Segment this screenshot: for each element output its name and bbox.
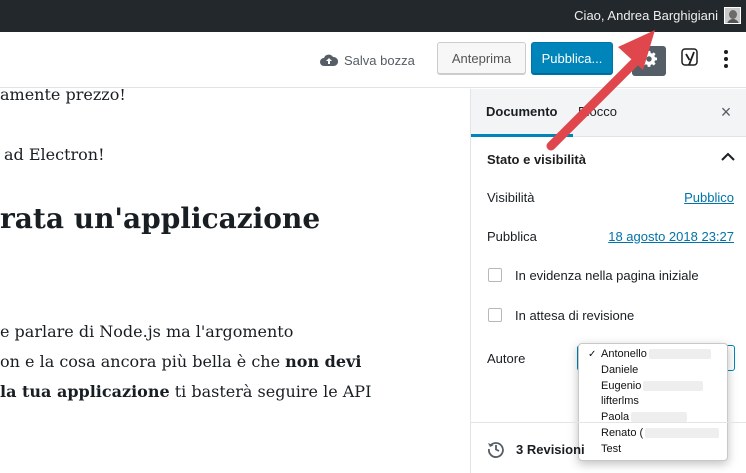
paragraph-line: ad Electron! [4,145,105,164]
author-option[interactable]: ✓ Antonello [579,347,727,363]
more-vertical-icon [724,50,728,54]
admin-bar: Ciao, Andrea Barghigiani [0,0,746,32]
author-option-label: Renato ( [601,426,644,439]
visibility-label: Visibilità [487,190,535,205]
publish-date-label: Pubblica [487,229,537,244]
redacted-text [631,412,688,423]
user-greeting[interactable]: Ciao, Andrea Barghigiani [574,0,718,32]
save-draft-label: Salva bozza [344,52,415,68]
redacted-text [648,349,711,360]
sticky-label[interactable]: In evidenza nella pagina iniziale [515,268,699,283]
author-option[interactable]: Eugenio [579,379,727,395]
author-option-label: Daniele [601,363,639,376]
paragraph-line: on e la cosa ancora più bella è che non … [0,352,362,371]
author-option-label: lifterlms [601,395,639,408]
author-option-label: Test [601,442,622,455]
author-option[interactable]: Renato ( [579,426,727,442]
post-heading: rata un'applicazione [0,202,321,235]
redacted-text [643,380,704,391]
close-icon[interactable]: × [715,101,737,123]
gear-icon [640,50,658,73]
chevron-up-icon[interactable] [720,149,736,165]
author-dropdown[interactable]: ✓ Antonello Daniele Eugenio lifterlms Paola Re… [578,343,728,461]
sidebar-tabs: Documento Blocco × [471,89,746,137]
post-content[interactable]: amente prezzo! ad Electron! rata un'appl… [0,89,470,473]
publish-date-link[interactable]: 18 agosto 2018 23:27 [608,229,734,244]
author-option[interactable]: Paola [579,410,727,426]
paragraph-line: la tua applicazione ti basterà seguire l… [0,382,372,401]
redacted-text [645,428,720,439]
author-option[interactable]: Test [579,442,727,458]
visibility-link[interactable]: Pubblico [684,190,734,205]
editor-header: Salva bozza Anteprima Pubblica... [0,32,746,88]
author-label: Autore [487,351,526,366]
yoast-icon [680,46,702,73]
divider [471,422,746,423]
pending-review-label[interactable]: In attesa di revisione [515,308,634,323]
author-option[interactable]: Daniele [579,363,727,379]
yoast-button[interactable] [677,45,705,73]
author-option[interactable]: lifterlms [579,394,727,410]
panel-title[interactable]: Stato e visibilità [487,152,586,167]
history-icon [487,440,505,458]
paragraph-line: e parlare di Node.js ma l'argomento [0,322,294,341]
sticky-checkbox[interactable] [488,268,502,282]
checkmark-icon: ✓ [588,349,597,360]
settings-button[interactable] [632,46,666,76]
preview-button[interactable]: Anteprima [437,42,526,75]
settings-sidebar: Documento Blocco × Stato e visibilità Vi… [470,89,746,473]
more-options-button[interactable] [718,46,734,72]
paragraph-line: amente prezzo! [0,89,126,104]
author-option-label: Antonello [601,348,647,360]
author-option-label: Eugenio [601,379,642,392]
revisions-link[interactable]: 3 Revisioni [516,442,585,457]
tab-document[interactable]: Documento [471,89,573,137]
pending-review-checkbox[interactable] [488,308,502,322]
tab-block[interactable]: Blocco [578,89,617,137]
save-draft-button[interactable]: Salva bozza [320,50,415,70]
publish-button[interactable]: Pubblica... [531,42,613,75]
cloud-upload-icon [320,54,338,66]
avatar[interactable] [724,7,741,24]
